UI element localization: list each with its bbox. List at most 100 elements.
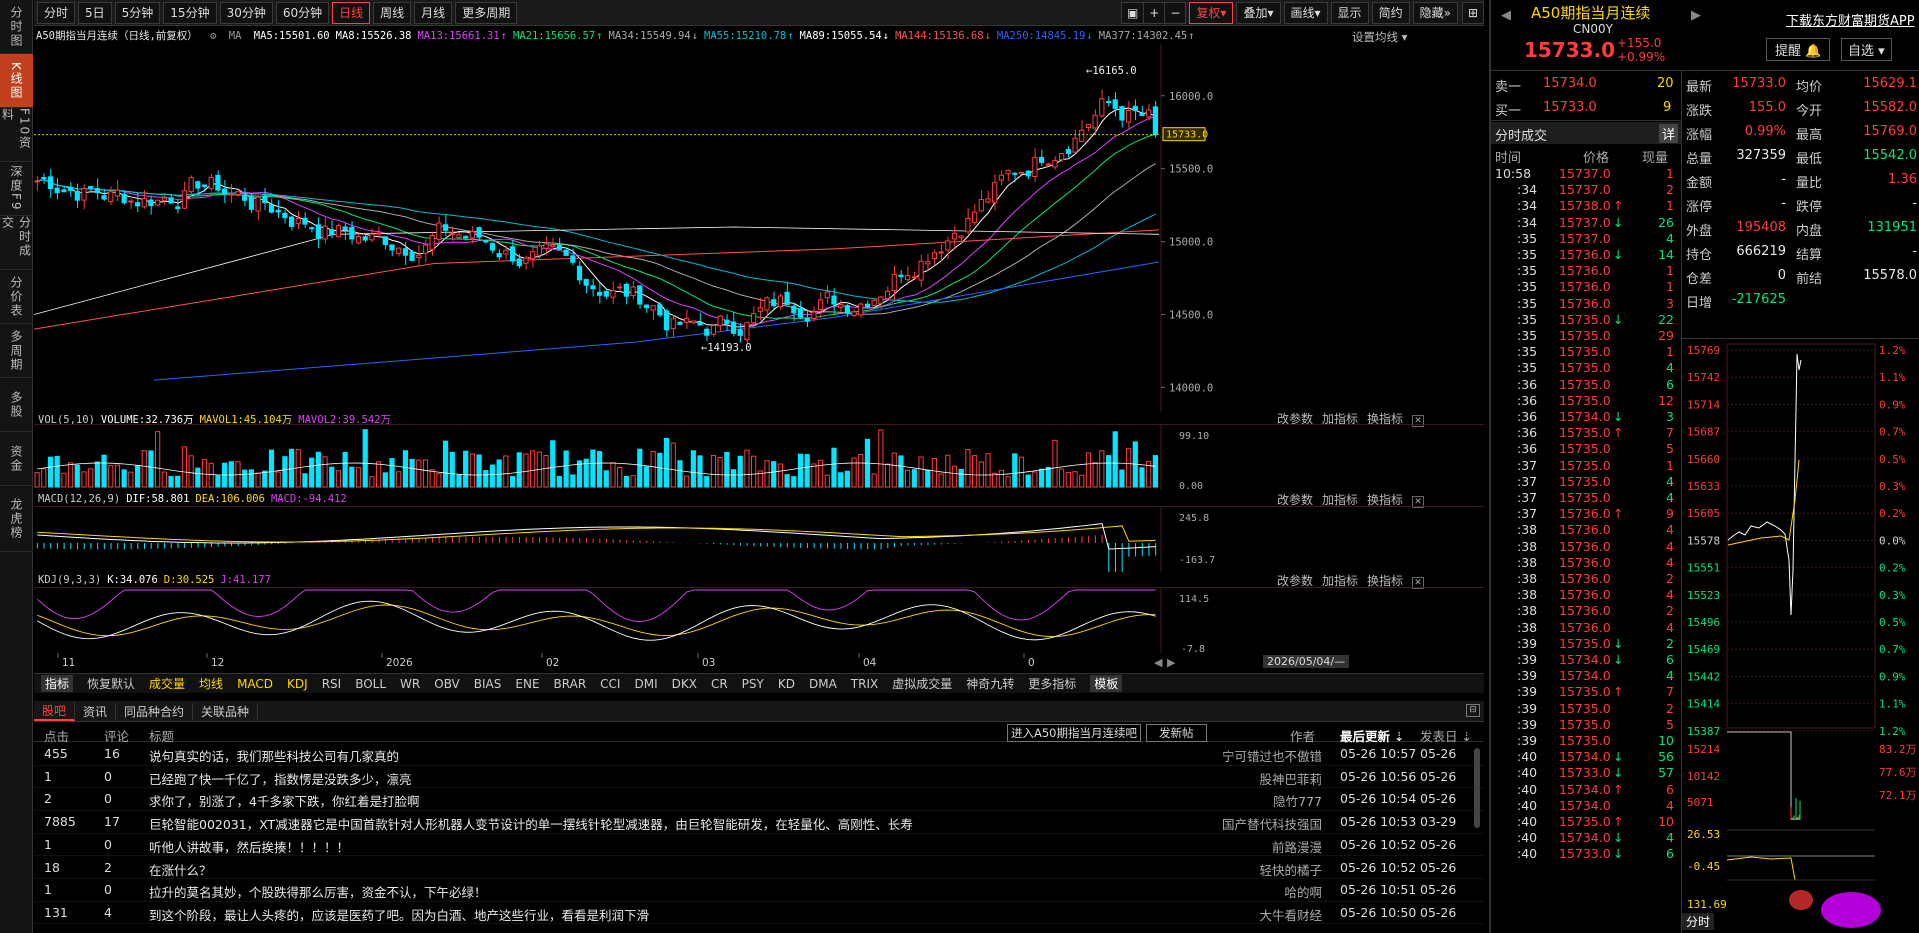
zoom-out-icon[interactable]: − bbox=[1165, 1, 1187, 24]
period-2[interactable]: 5分钟 bbox=[114, 1, 161, 24]
option-1[interactable]: 叠加 ▾ bbox=[1236, 1, 1281, 24]
indicator-18[interactable]: KD bbox=[778, 677, 795, 691]
mini-tab-intraday[interactable]: 分时 bbox=[1682, 913, 1715, 930]
indicator-2[interactable]: 成交量 bbox=[149, 675, 185, 692]
kdj-chart[interactable]: 114.5 -7.8 bbox=[34, 587, 1484, 653]
left-tab-6[interactable]: 多周期 bbox=[0, 324, 33, 378]
indicator-3[interactable]: 均线 bbox=[199, 675, 223, 692]
indicator-1[interactable]: 恢复默认 bbox=[87, 675, 135, 692]
gear-icon[interactable]: ⚙ bbox=[210, 30, 216, 42]
indicator-23[interactable]: 更多指标 bbox=[1028, 675, 1076, 692]
mini-intraday-chart[interactable]: 15769 1.2% 15742 1.1% 15714 0.9% 15687 0.7% 1566… bbox=[1681, 340, 1919, 933]
forum-title[interactable]: 说句真实的话，我们那些科技公司有几家真的 bbox=[149, 746, 399, 765]
ma-settings-button[interactable]: 设置均线 ▾ bbox=[1352, 29, 1407, 45]
period-0[interactable]: 分时 bbox=[37, 1, 76, 24]
macd-chart[interactable]: 245.8 -163.7 bbox=[34, 506, 1484, 572]
indicator-16[interactable]: CR bbox=[711, 677, 728, 691]
forum-author[interactable]: 大牛看财经 bbox=[1259, 905, 1322, 924]
indicator-6[interactable]: RSI bbox=[322, 677, 342, 691]
forum-row[interactable]: 7885 17 巨轮智能002031，XT减速器它是中国首款针对人形机器人变节设计的… bbox=[34, 811, 1484, 834]
period-7[interactable]: 周线 bbox=[373, 1, 412, 24]
kdj-ctl-0[interactable]: 改参数 bbox=[1277, 574, 1313, 588]
forum-title[interactable]: 听他人讲故事，然后挨揍！！！！！ bbox=[149, 837, 349, 856]
left-tab-4[interactable]: 分时成交 bbox=[0, 216, 33, 270]
left-tab-8[interactable]: 资金 bbox=[0, 432, 33, 486]
zoom-in-icon[interactable]: + bbox=[1144, 1, 1166, 24]
indicator-15[interactable]: DKX bbox=[672, 677, 697, 691]
indicator-8[interactable]: WR bbox=[400, 677, 420, 691]
remind-button[interactable]: 提醒 🔔 bbox=[1766, 38, 1831, 61]
option-5[interactable]: 隐藏 » bbox=[1412, 1, 1458, 24]
indicator-12[interactable]: BRAR bbox=[554, 677, 587, 691]
indicator-4[interactable]: MACD bbox=[237, 677, 273, 691]
forum-author[interactable]: 股神巴菲莉 bbox=[1259, 769, 1322, 788]
option-4[interactable]: 简约 bbox=[1371, 1, 1410, 24]
option-2[interactable]: 画线 ▾ bbox=[1283, 1, 1328, 24]
left-tab-2[interactable]: F10资料 bbox=[0, 108, 33, 162]
indicator-10[interactable]: BIAS bbox=[474, 677, 502, 691]
forum-tab-1[interactable]: 资讯 bbox=[75, 702, 117, 720]
ticks-detail-button[interactable]: 详 bbox=[1659, 124, 1679, 143]
forum-row[interactable]: 1 0 已经跑了快一千亿了，指数愣是没跌多少，凛亮 股神巴菲莉 05-26 10:56 0… bbox=[34, 766, 1484, 789]
close-window-icon[interactable]: ⊞ bbox=[1461, 1, 1484, 24]
forum-title[interactable]: 拉升的莫名其妙，个股跌得那么厉害，资金不认，下午必绿！ bbox=[149, 882, 487, 901]
lock-icon[interactable]: ▣ bbox=[1120, 1, 1145, 24]
indicator-14[interactable]: DMI bbox=[634, 677, 657, 691]
forum-title[interactable]: 巨轮智能002031，XT减速器它是中国首款针对人形机器人变节设计的单一摆线针轮… bbox=[149, 814, 913, 833]
forum-author[interactable]: 前路漫漫 bbox=[1272, 837, 1322, 856]
forum-tab-2[interactable]: 同品种合约 bbox=[116, 702, 194, 720]
forum-title[interactable]: 到这个阶段，最让人头疼的，应该是医药了吧。因为白酒、地产这些行业，看看是利润下滑 bbox=[149, 905, 649, 924]
next-arrow-icon[interactable]: ▶ bbox=[1691, 8, 1701, 23]
forum-author[interactable]: 宁可错过也不傲错 bbox=[1222, 746, 1322, 765]
forum-row[interactable]: 2 0 求你了，别涨了，4千多家下跌，你红着是打脸啊 隐竹777 05-26 10:54… bbox=[34, 788, 1484, 811]
indicator-9[interactable]: OBV bbox=[434, 677, 460, 691]
macd-ctl-1[interactable]: 加指标 bbox=[1322, 493, 1358, 507]
period-8[interactable]: 月线 bbox=[414, 1, 453, 24]
forum-title[interactable]: 求你了，别涨了，4千多家下跌，你红着是打脸啊 bbox=[149, 791, 419, 810]
forum-row[interactable]: 18 2 在涨什么？ 轻快的橘子 05-26 10:52 05-26 bbox=[34, 857, 1484, 879]
period-5[interactable]: 60分钟 bbox=[275, 1, 330, 24]
forum-row[interactable]: 1 0 听他人讲故事，然后挨揍！！！！！ 前路漫漫 05-26 10:52 05-26 bbox=[34, 834, 1484, 857]
kdj-ctl-2[interactable]: 换指标 bbox=[1367, 574, 1403, 588]
period-4[interactable]: 30分钟 bbox=[219, 1, 273, 24]
enter-forum-button[interactable]: 进入A50期指当月连续吧 bbox=[1007, 724, 1141, 742]
forum-author[interactable]: 轻快的橘子 bbox=[1259, 860, 1322, 879]
prev-arrow-icon[interactable]: ◀ bbox=[1501, 8, 1511, 23]
forum-row[interactable]: 455 16 说句真实的话，我们那些科技公司有几家真的 宁可错过也不傲错 05-26 1… bbox=[34, 743, 1484, 766]
watchlist-button[interactable]: 自选 ▾ bbox=[1841, 38, 1892, 61]
forum-scrollbar[interactable] bbox=[1474, 748, 1480, 828]
new-post-button[interactable]: 发新帖 bbox=[1146, 724, 1207, 742]
forum-title[interactable]: 在涨什么？ bbox=[149, 860, 212, 879]
indicator-19[interactable]: DMA bbox=[809, 677, 837, 691]
volume-chart[interactable]: 99.10 0.00 bbox=[34, 424, 1484, 490]
left-tab-0[interactable]: 分时图 bbox=[0, 0, 33, 54]
scroll-left-icon[interactable]: ◀ bbox=[1154, 656, 1163, 669]
left-tab-3[interactable]: 深度F9 bbox=[0, 162, 33, 216]
forum-tab-0[interactable]: 股吧 bbox=[34, 701, 76, 721]
macd-ctl-2[interactable]: 换指标 bbox=[1367, 493, 1403, 507]
expand-icon[interactable]: ⊟ bbox=[1466, 704, 1480, 717]
indicator-5[interactable]: KDJ bbox=[287, 677, 308, 691]
indicator-7[interactable]: BOLL bbox=[355, 677, 386, 691]
left-tab-9[interactable]: 龙虎榜 bbox=[0, 486, 33, 552]
forum-title[interactable]: 已经跑了快一千亿了，指数愣是没跌多少，凛亮 bbox=[149, 769, 412, 788]
forum-author[interactable]: 国产替代科技强国 bbox=[1222, 814, 1322, 833]
indicator-11[interactable]: ENE bbox=[515, 677, 539, 691]
indicator-24[interactable]: 模板 bbox=[1090, 675, 1123, 692]
kdj-ctl-1[interactable]: 加指标 bbox=[1322, 574, 1358, 588]
option-0[interactable]: 复权 ▾ bbox=[1189, 1, 1234, 24]
left-tab-7[interactable]: 多股 bbox=[0, 378, 33, 432]
candlestick-chart[interactable]: 16000.0 15500.0 15000.0 14500.0 14000.0 15733… bbox=[34, 44, 1484, 412]
left-tab-5[interactable]: 分价表 bbox=[0, 270, 33, 324]
period-9[interactable]: 更多周期 bbox=[455, 1, 518, 24]
forum-row[interactable]: 131 4 到这个阶段，最让人头疼的，应该是医药了吧。因为白酒、地产这些行业，看看是… bbox=[34, 902, 1484, 925]
macd-ctl-0[interactable]: 改参数 bbox=[1277, 493, 1313, 507]
download-app-link[interactable]: 下载东方财富期货APP bbox=[1786, 10, 1915, 29]
scroll-right-icon[interactable]: ▶ bbox=[1167, 656, 1176, 669]
period-6[interactable]: 日线 bbox=[332, 1, 371, 24]
option-3[interactable]: 显示 bbox=[1330, 1, 1369, 24]
forum-author[interactable]: 隐竹777 bbox=[1273, 791, 1322, 810]
indicator-17[interactable]: PSY bbox=[742, 677, 764, 691]
period-3[interactable]: 15分钟 bbox=[163, 1, 217, 24]
forum-row[interactable]: 1 0 拉升的莫名其妙，个股跌得那么厉害，资金不认，下午必绿！ 哈的啊 05-26 10… bbox=[34, 879, 1484, 902]
